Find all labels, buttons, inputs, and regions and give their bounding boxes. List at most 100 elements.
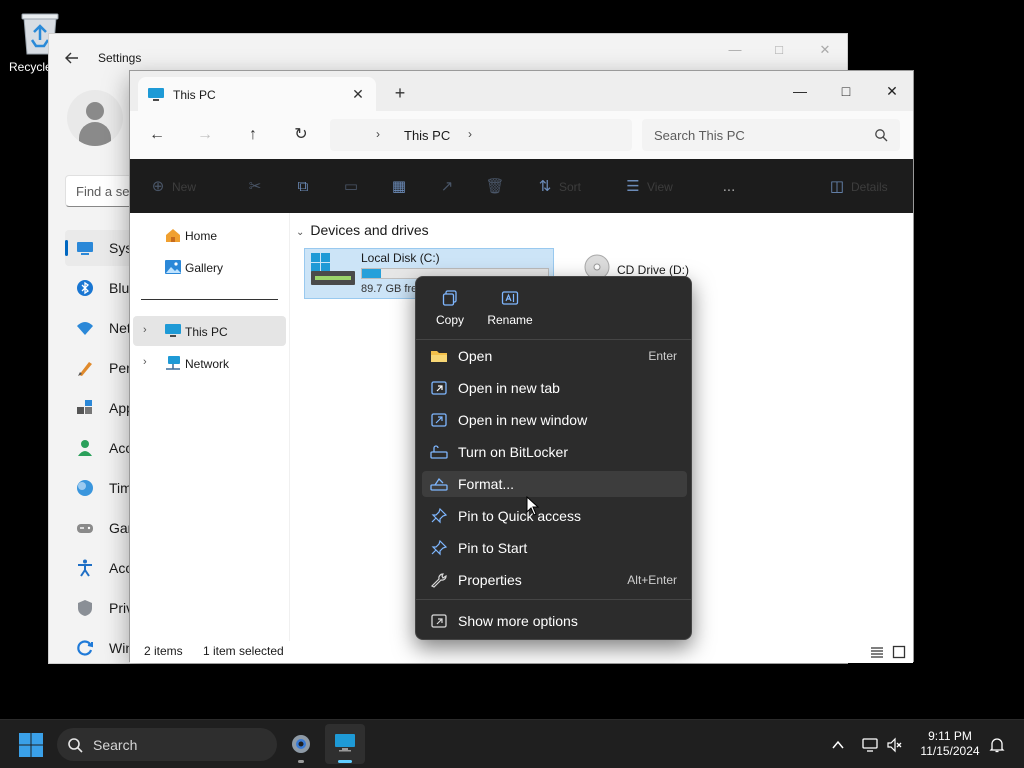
chevron-up-icon[interactable] bbox=[829, 736, 847, 754]
menu-item-open-new-tab[interactable]: Open in new tab bbox=[422, 375, 687, 401]
delete-icon: 🗑 bbox=[485, 178, 505, 195]
sort-button[interactable]: ⇅ Sort bbox=[535, 176, 581, 198]
time-language-icon bbox=[75, 478, 95, 498]
new-window-icon bbox=[431, 413, 447, 427]
back-arrow-icon[interactable]: ← bbox=[145, 124, 169, 146]
chevron-right-icon[interactable]: › bbox=[143, 356, 147, 368]
gear-icon bbox=[292, 735, 310, 753]
maximize-icon[interactable]: □ bbox=[823, 77, 869, 105]
chevron-right-icon[interactable]: › bbox=[143, 324, 147, 336]
new-tab-plus-icon[interactable]: + bbox=[392, 84, 408, 102]
context-copy-button[interactable]: Copy bbox=[416, 287, 484, 333]
bluetooth-icon bbox=[75, 278, 95, 298]
cut-icon: ✂ bbox=[248, 178, 262, 195]
back-arrow-icon[interactable] bbox=[64, 50, 80, 66]
details-button[interactable]: ◫ Details bbox=[827, 176, 888, 198]
more-options-icon bbox=[431, 614, 447, 628]
breadcrumb-this-pc[interactable]: This PC bbox=[404, 128, 450, 143]
menu-separator bbox=[416, 339, 691, 340]
sort-icon: ⇅ bbox=[538, 178, 552, 195]
menu-item-show-more-options[interactable]: Show more options bbox=[422, 608, 687, 634]
more-options-button[interactable]: ... bbox=[719, 176, 739, 198]
search-icon bbox=[68, 738, 83, 753]
close-window-icon[interactable]: ✕ bbox=[869, 77, 915, 105]
taskbar-file-explorer-app[interactable] bbox=[325, 724, 365, 764]
clock-date: 11/15/2024 bbox=[920, 744, 980, 758]
copy-button[interactable]: ⧉ bbox=[293, 176, 313, 198]
share-icon: ↗ bbox=[440, 178, 454, 195]
taskbar: Search 9:11 PM 11/15/2024 bbox=[0, 719, 1024, 768]
volume-muted-icon[interactable] bbox=[886, 736, 904, 754]
chevron-right-icon[interactable]: › bbox=[376, 127, 380, 141]
start-button-windows-icon[interactable] bbox=[18, 732, 44, 758]
address-row: ← → ↑ ↻ › This PC › Search This PC bbox=[130, 111, 913, 159]
nav-item-this-pc[interactable]: › This PC bbox=[133, 316, 286, 346]
menu-item-format[interactable]: Format... bbox=[422, 471, 687, 497]
running-indicator bbox=[298, 760, 304, 763]
tab-title: This PC bbox=[173, 88, 216, 102]
nav-separator bbox=[141, 299, 278, 300]
close-tab-icon[interactable]: ✕ bbox=[350, 86, 366, 102]
nav-item-gallery[interactable]: Gallery bbox=[133, 252, 286, 282]
copy-icon: ⧉ bbox=[297, 178, 309, 195]
delete-button[interactable]: 🗑 bbox=[485, 176, 505, 198]
gaming-icon bbox=[75, 518, 95, 538]
tiles-view-icon[interactable] bbox=[892, 645, 906, 659]
nav-item-home[interactable]: Home bbox=[133, 220, 286, 250]
tab-this-pc[interactable]: This PC ✕ bbox=[138, 77, 376, 111]
folder-open-icon bbox=[431, 351, 447, 362]
rename-button[interactable]: ▦ bbox=[389, 176, 409, 198]
explorer-tab-strip[interactable]: This PC ✕ + — □ ✕ bbox=[130, 71, 913, 111]
share-button[interactable]: ↗ bbox=[437, 176, 457, 198]
new-button[interactable]: ⊕ New bbox=[148, 176, 196, 198]
minimize-icon[interactable]: — bbox=[723, 42, 747, 62]
this-pc-icon bbox=[165, 324, 181, 337]
search-input[interactable]: Search This PC bbox=[642, 119, 900, 151]
details-view-icon[interactable] bbox=[870, 645, 884, 659]
navigation-pane: Home Gallery › This PC › Network bbox=[130, 213, 290, 641]
forward-arrow-icon[interactable]: → bbox=[193, 124, 217, 146]
status-selection: 1 item selected bbox=[203, 644, 284, 658]
network-icon bbox=[166, 356, 180, 370]
active-indicator bbox=[338, 760, 352, 763]
accessibility-icon bbox=[75, 558, 95, 578]
bitlocker-icon bbox=[430, 445, 448, 459]
view-list-icon: ☰ bbox=[626, 178, 640, 195]
cut-button[interactable]: ✂ bbox=[245, 176, 265, 198]
user-avatar[interactable] bbox=[67, 90, 123, 146]
refresh-icon[interactable]: ↻ bbox=[289, 124, 313, 146]
recycle-bin-label: Recycle bbox=[9, 60, 52, 74]
menu-item-properties[interactable]: Properties Alt+Enter bbox=[422, 567, 687, 593]
taskbar-search-box[interactable]: Search bbox=[57, 728, 277, 761]
close-icon[interactable]: ✕ bbox=[813, 42, 837, 62]
drive-name: CD Drive (D:) bbox=[617, 263, 689, 277]
pin-icon bbox=[431, 540, 448, 556]
chevron-down-icon[interactable]: ⌄ bbox=[296, 227, 304, 238]
menu-item-open-new-window[interactable]: Open in new window bbox=[422, 407, 687, 433]
nav-item-network[interactable]: › Network bbox=[133, 348, 286, 378]
menu-item-pin-start[interactable]: Pin to Start bbox=[422, 535, 687, 561]
maximize-icon[interactable]: □ bbox=[767, 42, 791, 62]
search-placeholder: Search This PC bbox=[654, 128, 745, 143]
rename-icon bbox=[501, 291, 519, 305]
address-bar[interactable]: › This PC › bbox=[330, 119, 632, 151]
menu-item-pin-quick-access[interactable]: Pin to Quick access bbox=[422, 503, 687, 529]
taskbar-settings-app[interactable] bbox=[281, 724, 321, 764]
minimize-icon[interactable]: — bbox=[777, 77, 823, 105]
notification-bell-icon[interactable] bbox=[988, 736, 1006, 754]
clock-time: 9:11 PM bbox=[928, 729, 972, 743]
menu-item-bitlocker[interactable]: Turn on BitLocker bbox=[422, 439, 687, 465]
up-arrow-icon[interactable]: ↑ bbox=[241, 124, 265, 146]
view-button[interactable]: ☰ View bbox=[623, 176, 673, 198]
context-rename-button[interactable]: Rename bbox=[476, 287, 544, 333]
copy-icon bbox=[442, 290, 457, 306]
network-status-icon[interactable] bbox=[861, 736, 879, 754]
chevron-right-icon[interactable]: › bbox=[468, 127, 472, 141]
taskbar-clock[interactable]: 9:11 PM 11/15/2024 bbox=[912, 729, 988, 759]
privacy-icon bbox=[75, 598, 95, 618]
pin-icon bbox=[431, 508, 448, 524]
menu-item-open[interactable]: Open Enter bbox=[422, 343, 687, 369]
group-header-devices[interactable]: ⌄ Devices and drives bbox=[296, 222, 429, 238]
menu-separator bbox=[416, 599, 691, 600]
paste-button[interactable]: ▭ bbox=[341, 176, 361, 198]
